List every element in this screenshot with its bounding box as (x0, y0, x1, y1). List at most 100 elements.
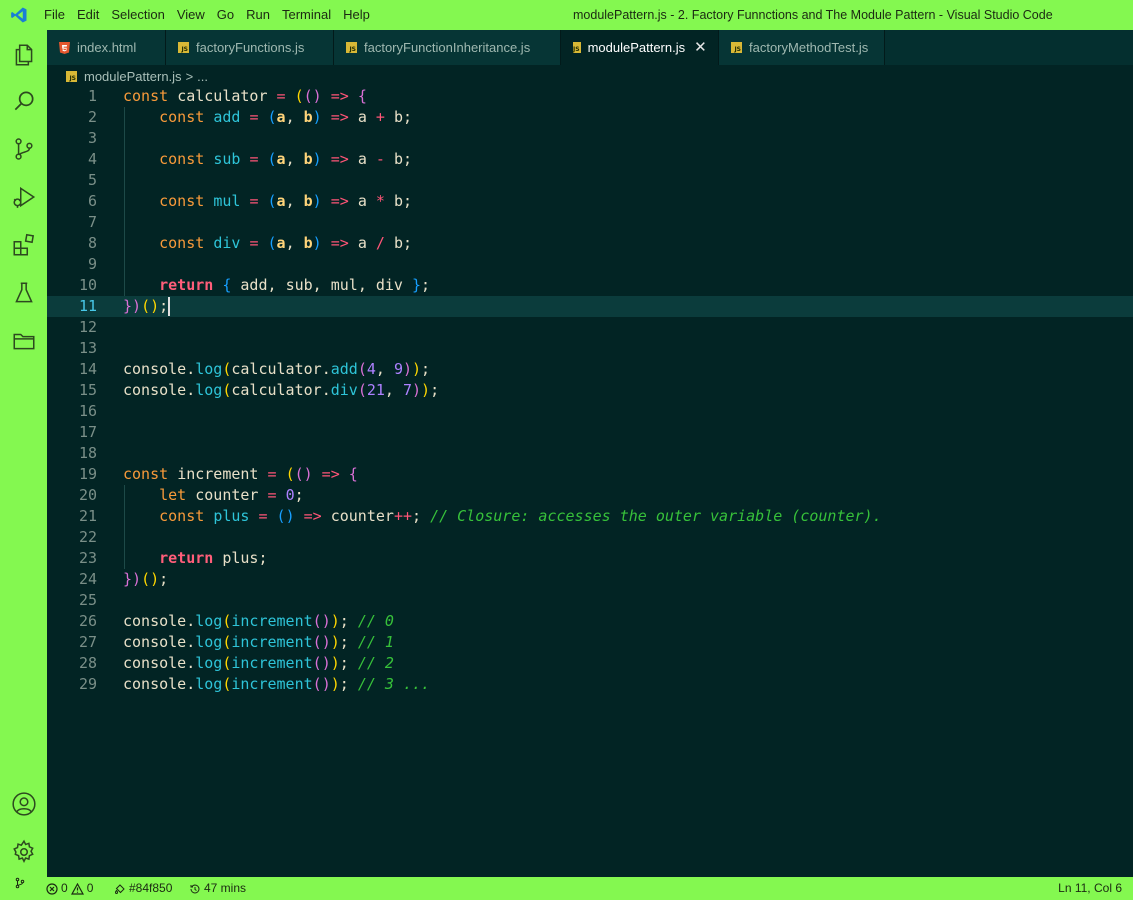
tab-factory-function-inheritance[interactable]: JS factoryFunctionInheritance.js (334, 30, 561, 65)
code-token: b (393, 234, 403, 252)
commit-indicator[interactable]: #84f850 (114, 877, 172, 900)
line-number: 8 (87, 234, 97, 252)
code-line[interactable]: 24})(); (47, 569, 1133, 590)
code-token: , (285, 234, 304, 252)
code-line[interactable]: 25 (47, 590, 1133, 611)
menu-run[interactable]: Run (240, 0, 276, 30)
folder-icon[interactable] (0, 318, 47, 364)
code-line[interactable]: 27 console.log(increment()); // 1 (47, 632, 1133, 653)
code-line[interactable]: 18 (47, 443, 1133, 464)
code-line[interactable]: 6 const mul = (a, b) => a * b; (47, 191, 1133, 212)
code-token: ( (294, 87, 304, 105)
extensions-icon[interactable] (0, 222, 47, 268)
source-control-icon[interactable] (0, 126, 47, 172)
close-tab-icon[interactable]: ✕ (694, 40, 707, 55)
code-line[interactable]: 26 console.log(increment()); // 0 (47, 611, 1133, 632)
problems-indicator[interactable]: 0 0 (46, 877, 93, 900)
code-line[interactable]: 22 (47, 527, 1133, 548)
files-icon[interactable] (0, 32, 47, 78)
tab-factory-method-test[interactable]: JS factoryMethodTest.js (719, 30, 885, 65)
code-line[interactable]: 20 let counter = 0; (47, 485, 1133, 506)
code-line[interactable]: 11 })(); (47, 296, 1133, 317)
code-line[interactable]: 16 (47, 401, 1133, 422)
run-debug-icon[interactable] (0, 174, 47, 220)
code-token: b (303, 192, 313, 210)
code-line[interactable]: 8 const div = (a, b) => a / b; (47, 233, 1133, 254)
code-token: mul (213, 192, 250, 210)
code-token: ( (312, 654, 322, 672)
search-icon[interactable] (0, 78, 47, 124)
breadcrumb-file[interactable]: modulePattern.js (84, 69, 182, 84)
code-token: . (186, 612, 196, 630)
line-number: 10 (78, 276, 97, 294)
code-token: a (357, 192, 376, 210)
menu-help[interactable]: Help (337, 0, 376, 30)
code-token: sub (285, 276, 313, 294)
editor-tab-bar: index.html JS factoryFunctions.js JS fac… (47, 30, 1133, 65)
code-token: a (357, 108, 376, 126)
code-line[interactable]: 17 (47, 422, 1133, 443)
code-editor[interactable]: 1 const calculator = (() => {2 const add … (47, 86, 1133, 876)
code-line[interactable]: 3 (47, 128, 1133, 149)
menu-edit[interactable]: Edit (71, 0, 105, 30)
time-value: 47 mins (204, 881, 247, 895)
code-token: increment (231, 654, 313, 672)
code-token: plus (222, 549, 259, 567)
code-text: console.log(increment()); // 3 ... (123, 674, 430, 695)
settings-gear-icon[interactable] (0, 829, 47, 875)
code-line[interactable]: 21 const plus = () => counter++; // Clos… (47, 506, 1133, 527)
code-token: b (303, 234, 313, 252)
code-line[interactable]: 7 (47, 212, 1133, 233)
code-text: const div = (a, b) => a / b; (123, 233, 412, 254)
code-line[interactable]: 1 const calculator = (() => { (47, 86, 1133, 107)
code-token: div (330, 381, 358, 399)
code-line[interactable]: 23 return plus; (47, 548, 1133, 569)
code-token: div (213, 234, 250, 252)
line-number: 18 (78, 444, 97, 462)
menu-selection[interactable]: Selection (105, 0, 170, 30)
code-line[interactable]: 5 (47, 170, 1133, 191)
code-line[interactable]: 4 const sub = (a, b) => a - b; (47, 149, 1133, 170)
code-line[interactable]: 12 (47, 317, 1133, 338)
code-line[interactable]: 14 console.log(calculator.add(4, 9)); (47, 359, 1133, 380)
code-line[interactable]: 2 const add = (a, b) => a + b; (47, 107, 1133, 128)
account-icon[interactable] (0, 781, 47, 827)
error-icon (46, 882, 58, 895)
breadcrumb-rest[interactable]: ... (197, 69, 208, 84)
code-token: ) (321, 612, 331, 630)
remote-icon[interactable] (14, 877, 26, 889)
menu-terminal[interactable]: Terminal (276, 0, 337, 30)
testing-icon[interactable] (0, 270, 47, 316)
code-token: // 1 (357, 633, 394, 651)
tab-factory-functions[interactable]: JS factoryFunctions.js (166, 30, 334, 65)
code-token: = (249, 192, 268, 210)
code-token: ) (321, 654, 331, 672)
menu-view[interactable]: View (171, 0, 211, 30)
code-text: })(); (123, 296, 168, 317)
code-token: ( (141, 297, 151, 315)
code-line[interactable]: 28 console.log(increment()); // 2 (47, 653, 1133, 674)
menu-go[interactable]: Go (211, 0, 240, 30)
code-text: const sub = (a, b) => a - b; (123, 149, 412, 170)
code-line[interactable]: 13 (47, 338, 1133, 359)
cursor-position[interactable]: Ln 11, Col 6 (1058, 877, 1122, 900)
tab-module-pattern[interactable]: JS modulePattern.js ✕ (561, 30, 719, 65)
time-indicator[interactable]: 47 mins (189, 877, 246, 900)
code-line[interactable]: 29 console.log(increment()); // 3 ... (47, 674, 1133, 695)
tab-index-html[interactable]: index.html (47, 30, 166, 65)
code-token: ; (258, 549, 268, 567)
code-token: console (123, 381, 187, 399)
code-text: const mul = (a, b) => a * b; (123, 191, 412, 212)
code-line[interactable]: 9 (47, 254, 1133, 275)
code-line[interactable]: 19 const increment = (() => { (47, 464, 1133, 485)
code-line[interactable]: 15 console.log(calculator.div(21, 7)); (47, 380, 1133, 401)
history-icon (190, 883, 200, 893)
code-line[interactable]: 10 return { add, sub, mul, div }; (47, 275, 1133, 296)
menu-file[interactable]: File (38, 0, 71, 30)
code-token: counter (330, 507, 394, 525)
line-number: 11 (78, 297, 97, 315)
